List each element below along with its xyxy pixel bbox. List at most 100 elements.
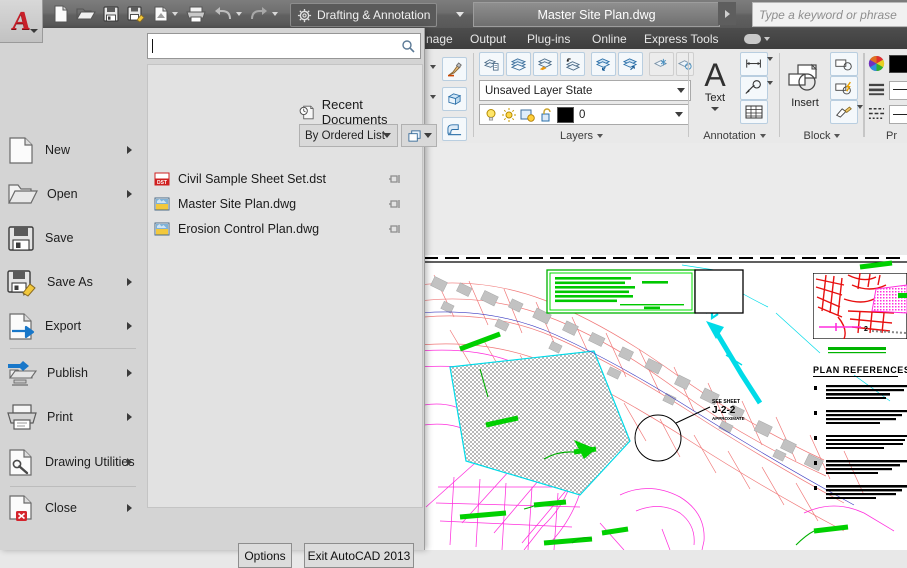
table-icon <box>745 105 763 119</box>
menu-item-print[interactable]: Print <box>6 395 138 439</box>
qat-open-button[interactable] <box>75 4 97 24</box>
current-layer-combo[interactable]: 0 <box>479 104 689 125</box>
layer-match-button[interactable] <box>533 52 558 76</box>
layer-previous-button[interactable] <box>560 52 585 76</box>
chevron-right-icon <box>127 369 132 377</box>
tab-express-tools[interactable]: Express Tools <box>644 30 718 48</box>
linetype-icon[interactable] <box>868 105 885 122</box>
view-mode-dropdown[interactable] <box>401 124 437 147</box>
3d-box-icon <box>447 92 462 105</box>
layers-panel-title[interactable]: Layers <box>474 130 689 142</box>
chevron-right-icon <box>127 458 132 466</box>
chevron-right-icon <box>127 190 132 198</box>
visual-style-button[interactable] <box>442 87 467 111</box>
tab-manage[interactable]: nage <box>426 30 453 48</box>
qat-save-button[interactable] <box>100 4 122 24</box>
tab-output[interactable]: Output <box>470 30 506 48</box>
pin-icon[interactable] <box>388 223 402 236</box>
tab-online[interactable]: Online <box>592 30 627 48</box>
ribbon-minimize-button[interactable] <box>744 31 774 46</box>
chevron-down-icon[interactable] <box>430 95 436 99</box>
match-properties-button[interactable] <box>442 57 467 81</box>
layers-panel: Unsaved Layer State 0 Layers <box>474 49 694 143</box>
search-input[interactable] <box>147 33 421 59</box>
table-button[interactable] <box>740 100 768 124</box>
leader-button[interactable] <box>740 76 768 100</box>
save-as-disk-pencil-icon <box>126 6 145 23</box>
save-disk-icon <box>8 226 34 251</box>
layer-unisolate-icon <box>622 57 638 70</box>
text-button[interactable]: A Text <box>692 52 738 118</box>
layer-stack-button[interactable] <box>506 52 531 76</box>
chevron-down-icon <box>383 133 391 138</box>
infocenter-expand-button[interactable] <box>718 2 736 25</box>
menu-item-publish[interactable]: Publish <box>6 351 138 395</box>
qat-plot-preview-button[interactable] <box>150 4 172 24</box>
layer-state-combo[interactable]: Unsaved Layer State <box>479 80 691 101</box>
linetype-combo[interactable] <box>889 105 907 124</box>
gear-icon <box>297 8 312 22</box>
menu-item-drawing-utilities[interactable]: Drawing Utilities <box>6 437 138 487</box>
list-item[interactable]: DST Civil Sample Sheet Set.dst <box>154 167 410 191</box>
color-swatch[interactable] <box>889 55 907 73</box>
define-attribute-button[interactable] <box>830 76 858 100</box>
chevron-down-icon[interactable] <box>172 12 178 16</box>
pin-icon[interactable] <box>388 173 402 186</box>
drawing-canvas[interactable]: SEE SHEET J-2-2 APPROXIMATE 2 PLAN REFER… <box>424 143 907 550</box>
annotation-panel-title[interactable]: Annotation <box>689 130 780 142</box>
lineweight-icon[interactable] <box>868 81 885 98</box>
chevron-down-icon[interactable] <box>430 65 436 69</box>
list-item[interactable]: Master Site Plan.dwg <box>154 192 410 216</box>
save-disk-icon <box>103 6 119 22</box>
options-button[interactable]: Options <box>238 543 292 568</box>
edit-attribute-button[interactable] <box>830 100 858 124</box>
chevron-down-icon[interactable] <box>456 12 464 17</box>
view-navigate-button[interactable] <box>442 117 467 141</box>
layer-unisolate-button[interactable] <box>618 52 643 76</box>
layer-freeze-icon <box>653 58 668 67</box>
create-block-button[interactable] <box>830 52 858 76</box>
infocenter-search-input[interactable]: Type a keyword or phrase <box>752 2 907 27</box>
qat-redo-button[interactable] <box>248 4 270 24</box>
menu-item-save-as[interactable]: Save As <box>6 260 138 304</box>
chevron-down-icon[interactable] <box>272 12 278 16</box>
search-icon[interactable] <box>401 39 415 53</box>
layer-properties-button[interactable] <box>479 52 504 76</box>
color-wheel-icon[interactable] <box>868 55 885 72</box>
dst-file-icon: DST <box>154 172 170 186</box>
sort-order-dropdown[interactable]: By Ordered List <box>299 124 398 147</box>
menu-item-save[interactable]: Save <box>6 216 138 260</box>
application-button[interactable]: A <box>0 0 43 43</box>
menu-item-export[interactable]: Export <box>6 304 138 348</box>
chevron-down-icon[interactable] <box>236 12 242 16</box>
chevron-down-icon[interactable] <box>767 57 773 61</box>
autocad-logo-icon: A <box>10 6 32 35</box>
printer-icon <box>186 6 206 23</box>
workspace-switcher[interactable]: Drafting & Annotation <box>290 3 438 27</box>
qat-undo-button[interactable] <box>212 4 234 24</box>
block-panel-title[interactable]: Block <box>780 130 864 142</box>
menu-item-open[interactable]: Open <box>6 172 138 216</box>
application-menu-left-column: New Open Save Save As Export Publish Pri… <box>0 28 144 550</box>
insert-button[interactable]: Insert <box>782 52 828 118</box>
menu-item-close[interactable]: Close <box>6 486 138 530</box>
qat-saveas-button[interactable] <box>125 4 147 24</box>
qat-new-button[interactable] <box>50 4 72 24</box>
svg-text:APPROXIMATE: APPROXIMATE <box>712 416 745 421</box>
list-item[interactable]: Erosion Control Plan.dwg <box>154 217 410 241</box>
qat-print-button[interactable] <box>185 4 207 24</box>
layer-previous-icon <box>565 57 581 71</box>
layer-isolate-button[interactable] <box>591 52 616 76</box>
tab-plug-ins[interactable]: Plug-ins <box>527 30 570 48</box>
exit-autocad-button[interactable]: Exit AutoCAD 2013 <box>304 543 414 568</box>
properties-panel-title[interactable]: Pr <box>864 130 907 142</box>
chevron-right-icon <box>127 146 132 154</box>
lineweight-preview <box>893 89 907 91</box>
pin-icon[interactable] <box>388 198 402 211</box>
menu-item-new[interactable]: New <box>6 128 138 172</box>
lineweight-combo[interactable] <box>889 81 907 100</box>
layer-freeze-button[interactable] <box>649 52 674 76</box>
chevron-down-icon[interactable] <box>767 81 773 85</box>
dimension-button[interactable] <box>740 52 768 76</box>
chevron-right-icon <box>127 413 132 421</box>
